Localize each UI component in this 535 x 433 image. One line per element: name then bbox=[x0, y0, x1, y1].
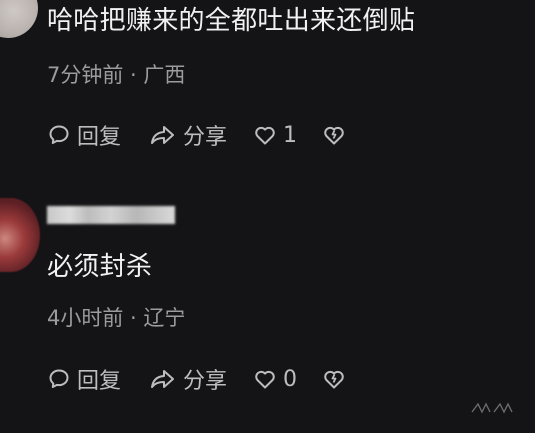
share-arrow-icon bbox=[151, 126, 175, 144]
avatar[interactable] bbox=[0, 0, 38, 38]
watermark-logo bbox=[471, 402, 513, 414]
broken-heart-icon bbox=[324, 370, 344, 389]
comment-text: 必须封杀 bbox=[47, 252, 153, 282]
share-label: 分享 bbox=[183, 125, 228, 150]
comment-actions: 回复 分享 1 bbox=[47, 119, 346, 151]
share-arrow-icon bbox=[151, 370, 175, 388]
reply-button[interactable]: 回复 bbox=[47, 363, 121, 395]
reply-label: 回复 bbox=[77, 125, 122, 150]
broken-heart-icon bbox=[324, 126, 344, 145]
share-button[interactable]: 分享 bbox=[149, 119, 227, 151]
reply-button[interactable]: 回复 bbox=[47, 119, 121, 151]
dislike-button[interactable] bbox=[322, 123, 346, 147]
like-button[interactable]: 0 bbox=[253, 367, 297, 392]
reply-label: 回复 bbox=[77, 369, 122, 394]
comment-meta: 4小时前 · 辽宁 bbox=[47, 306, 186, 330]
username-redacted bbox=[47, 206, 175, 224]
speech-bubble-icon bbox=[49, 125, 69, 144]
share-button[interactable]: 分享 bbox=[149, 363, 227, 395]
share-label: 分享 bbox=[183, 369, 228, 394]
comment-meta: 7分钟前 · 广西 bbox=[47, 63, 186, 87]
speech-bubble-icon bbox=[49, 369, 69, 388]
like-count: 0 bbox=[283, 366, 298, 392]
avatar[interactable] bbox=[0, 198, 40, 272]
like-button[interactable]: 1 bbox=[253, 123, 297, 148]
like-count: 1 bbox=[283, 122, 298, 148]
comment-text: 哈哈把赚来的全都吐出来还倒贴 bbox=[47, 6, 416, 36]
heart-icon bbox=[255, 370, 275, 389]
comment-actions: 回复 分享 0 bbox=[47, 363, 346, 395]
heart-icon bbox=[255, 126, 275, 145]
dislike-button[interactable] bbox=[322, 367, 346, 391]
